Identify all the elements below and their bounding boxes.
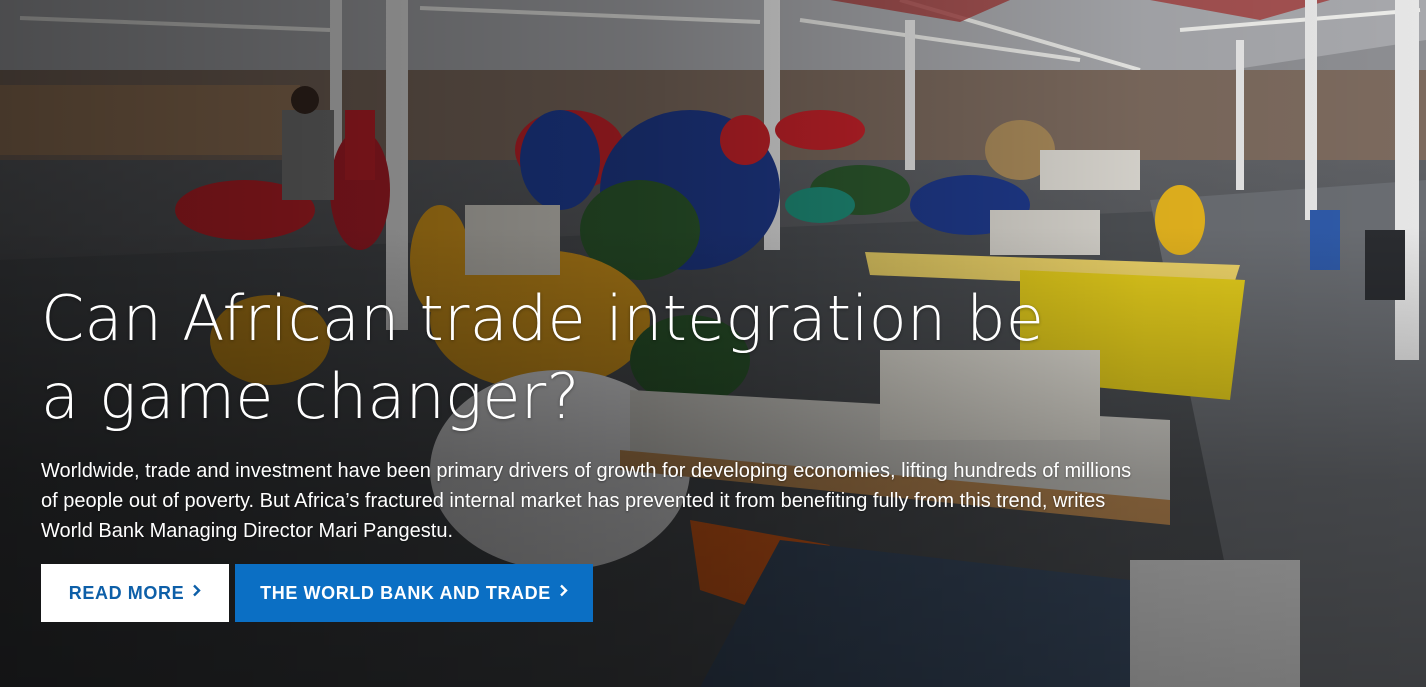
world-bank-and-trade-label: THE WORLD BANK AND TRADE: [260, 582, 551, 603]
world-bank-and-trade-button[interactable]: THE WORLD BANK AND TRADE: [235, 564, 593, 622]
chevron-right-icon: [559, 584, 568, 601]
hero-actions: READ MORE THE WORLD BANK AND TRADE: [41, 564, 593, 622]
read-more-button[interactable]: READ MORE: [41, 564, 229, 622]
hero-content: Can African trade integration be a game …: [41, 280, 1161, 546]
read-more-label: READ MORE: [68, 582, 185, 603]
hero-banner: Can African trade integration be a game …: [0, 0, 1426, 687]
chevron-right-icon: [192, 584, 201, 601]
hero-summary: Worldwide, trade and investment have bee…: [41, 460, 1132, 542]
hero-headline: Can African trade integration be a game …: [41, 282, 1045, 433]
